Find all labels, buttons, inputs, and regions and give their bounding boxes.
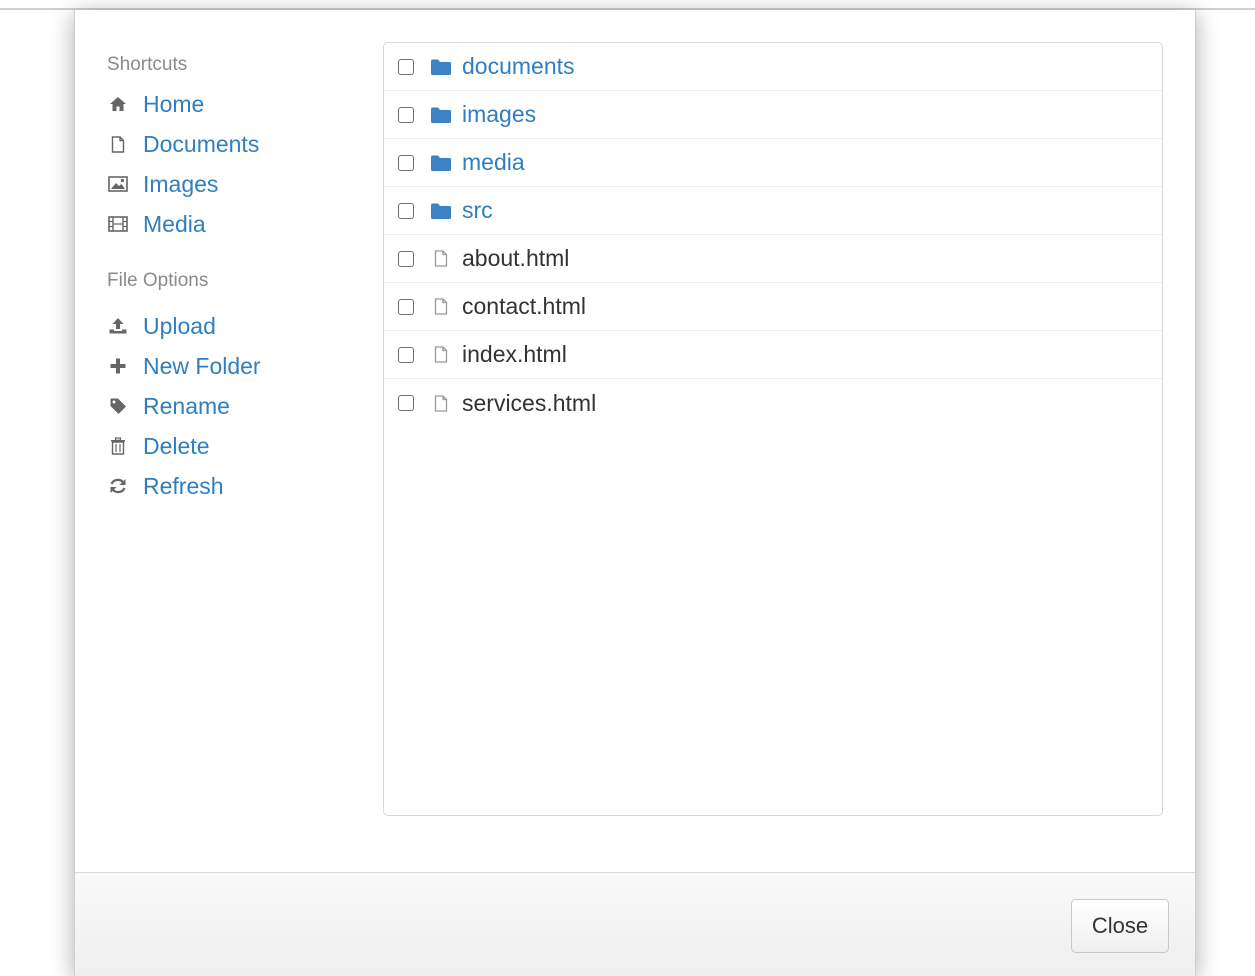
file-name: about.html bbox=[462, 245, 570, 271]
tag-icon bbox=[107, 395, 129, 417]
file-options-title: File Options bbox=[107, 270, 209, 291]
file-option-label: Refresh bbox=[143, 472, 224, 499]
shortcut-label: Images bbox=[143, 170, 219, 197]
film-icon bbox=[107, 213, 129, 235]
file-icon bbox=[430, 297, 452, 317]
file-option-label: Upload bbox=[143, 312, 216, 339]
refresh-icon bbox=[107, 475, 129, 497]
rename-button[interactable]: Rename bbox=[107, 386, 347, 426]
shortcut-label: Media bbox=[143, 210, 206, 237]
shortcut-label: Documents bbox=[143, 130, 260, 157]
select-checkbox[interactable] bbox=[398, 298, 414, 315]
upload-button[interactable]: Upload bbox=[107, 306, 347, 346]
new-folder-button[interactable]: New Folder bbox=[107, 346, 347, 386]
file-manager-dialog: Shortcuts Home Documents Images Media Fi… bbox=[74, 10, 1196, 976]
select-checkbox[interactable] bbox=[398, 202, 414, 219]
file-name[interactable]: media bbox=[462, 149, 525, 176]
trash-icon bbox=[107, 435, 129, 457]
file-icon bbox=[430, 393, 452, 413]
folder-row-src[interactable]: src bbox=[384, 187, 1162, 235]
shortcut-label: Home bbox=[143, 90, 205, 117]
file-name: index.html bbox=[462, 341, 567, 367]
upload-icon bbox=[107, 315, 129, 337]
home-icon bbox=[107, 93, 129, 115]
file-icon bbox=[430, 249, 452, 269]
file-icon bbox=[430, 345, 452, 365]
file-option-label: Rename bbox=[143, 392, 230, 419]
folder-icon bbox=[430, 105, 452, 125]
document-icon bbox=[107, 133, 129, 155]
file-name: contact.html bbox=[462, 293, 586, 319]
folder-row-media[interactable]: media bbox=[384, 139, 1162, 187]
close-button[interactable]: Close bbox=[1071, 899, 1169, 953]
shortcut-documents[interactable]: Documents bbox=[107, 124, 347, 164]
file-name[interactable]: documents bbox=[462, 53, 575, 80]
image-icon bbox=[107, 173, 129, 195]
file-name[interactable]: src bbox=[462, 197, 493, 224]
sidebar: Shortcuts Home Documents Images Media Fi… bbox=[107, 50, 347, 506]
refresh-button[interactable]: Refresh bbox=[107, 466, 347, 506]
shortcut-images[interactable]: Images bbox=[107, 164, 347, 204]
select-checkbox[interactable] bbox=[398, 250, 414, 267]
file-row-services[interactable]: services.html bbox=[384, 379, 1162, 427]
shortcut-home[interactable]: Home bbox=[107, 84, 347, 124]
select-checkbox[interactable] bbox=[398, 58, 414, 75]
folder-icon bbox=[430, 57, 452, 77]
select-checkbox[interactable] bbox=[398, 106, 414, 123]
shortcuts-title: Shortcuts bbox=[107, 54, 188, 75]
folder-row-documents[interactable]: documents bbox=[384, 43, 1162, 91]
select-checkbox[interactable] bbox=[398, 395, 414, 411]
select-checkbox[interactable] bbox=[398, 346, 414, 363]
plus-icon bbox=[107, 355, 129, 377]
file-name: services.html bbox=[462, 389, 597, 416]
shortcut-media[interactable]: Media bbox=[107, 204, 347, 244]
folder-icon bbox=[430, 153, 452, 173]
file-row-index[interactable]: index.html bbox=[384, 331, 1162, 379]
file-option-label: New Folder bbox=[143, 352, 261, 379]
select-checkbox[interactable] bbox=[398, 154, 414, 171]
file-row-about[interactable]: about.html bbox=[384, 235, 1162, 283]
delete-button[interactable]: Delete bbox=[107, 426, 347, 466]
file-name[interactable]: images bbox=[462, 101, 536, 128]
file-list: documents images media src about.html co… bbox=[383, 42, 1163, 816]
folder-icon bbox=[430, 201, 452, 221]
folder-row-images[interactable]: images bbox=[384, 91, 1162, 139]
dialog-footer: Close bbox=[75, 872, 1195, 976]
file-row-contact[interactable]: contact.html bbox=[384, 283, 1162, 331]
file-option-label: Delete bbox=[143, 432, 210, 459]
